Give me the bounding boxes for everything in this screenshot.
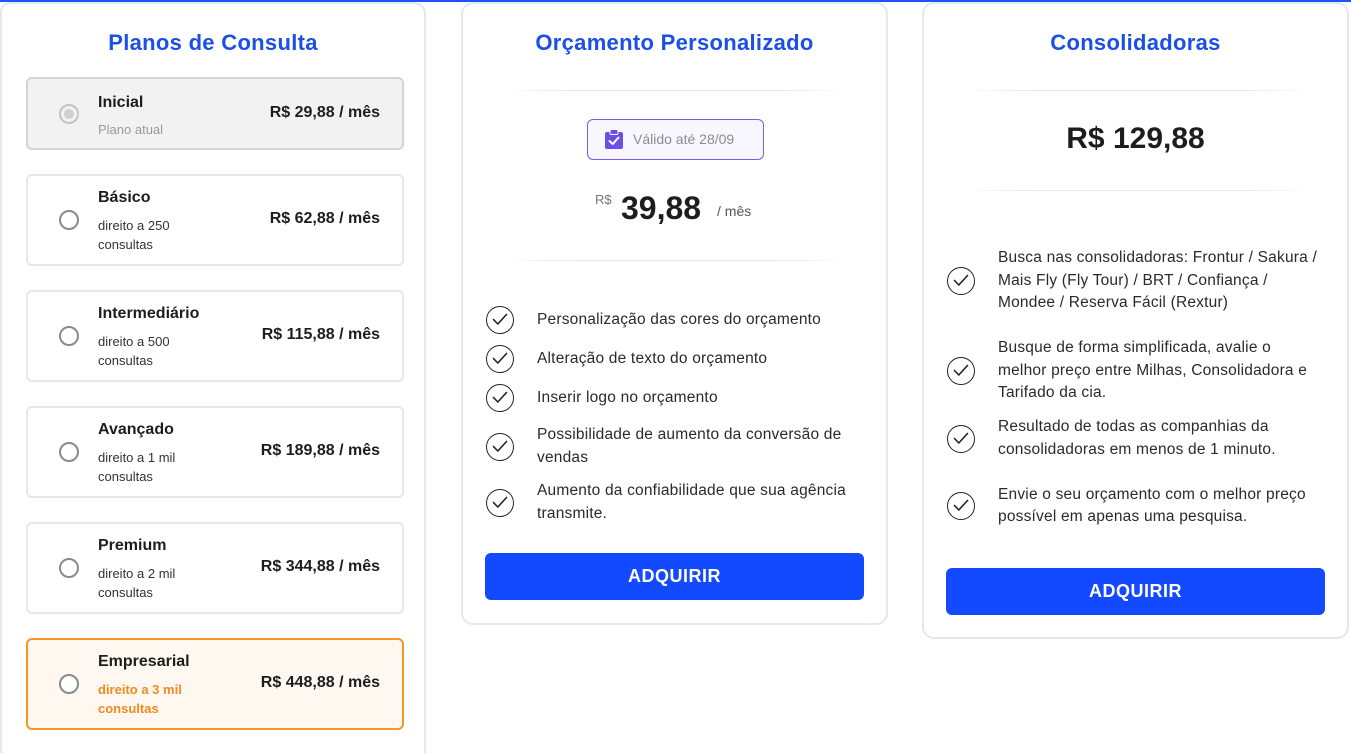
plan-price: R$ 448,88 / mês (260, 674, 380, 691)
divider (964, 90, 1309, 91)
plan-name: Intermediário (98, 305, 200, 322)
price-currency: R$ (595, 192, 612, 207)
plan-name: Básico (98, 189, 151, 206)
price-amount: R$ 129,88 (1066, 122, 1205, 155)
plan-price: R$ 189,88 / mês (260, 442, 380, 459)
feature-text: Busca nas consolidadoras: Frontur / Saku… (998, 249, 1317, 312)
feature-text: Possibilidade de aumento da conversão de… (537, 426, 842, 466)
orcamento-card-title: Orçamento Personalizado (535, 30, 814, 55)
plan-name: Empresarial (98, 653, 190, 670)
plan-subtitle: direito a 1 mil consultas (98, 450, 176, 484)
feature-item: Alteração de texto do orçamento (486, 345, 876, 373)
radio-icon[interactable] (59, 442, 79, 462)
plan-subtitle: direito a 250 consultas (98, 218, 170, 252)
plan-price: R$ 29,88 / mês (269, 103, 380, 121)
feature-item: Personalização das cores do orçamento (486, 306, 876, 334)
divider (964, 190, 1309, 191)
plan-name: Inicial (98, 94, 144, 111)
feature-text: Inserir logo no orçamento (537, 388, 718, 406)
check-circle-icon (486, 488, 514, 517)
feature-text: Alteração de texto do orçamento (537, 349, 768, 367)
price-amount: 39,88 (621, 190, 702, 226)
plans-card-title: Planos de Consulta (108, 30, 318, 55)
check-circle-icon (486, 384, 514, 412)
plan-price: R$ 115,88 / mês (261, 326, 380, 343)
feature-item: Possibilidade de aumento da conversão de… (486, 424, 876, 469)
adquirir-button[interactable]: ADQUIRIR (946, 568, 1325, 615)
feature-text: Aumento da confiabilidade que sua agênci… (537, 482, 846, 522)
plan-option-premium[interactable]: Premium direito a 2 mil consultas R$ 344… (26, 522, 404, 614)
clipboard-check-icon (604, 129, 624, 150)
feature-item: Busque de forma simplificada, avalie o m… (947, 337, 1337, 405)
check-circle-icon (947, 424, 975, 453)
plan-name: Avançado (98, 421, 174, 438)
check-circle-icon (486, 345, 514, 373)
price-period: / mês (717, 203, 752, 219)
consolidadoras-card: Consolidadoras R$ 129,88 Busca nas conso… (922, 2, 1349, 639)
plan-price: R$ 62,88 / mês (269, 210, 380, 227)
radio-icon[interactable] (59, 210, 79, 230)
plan-subtitle: direito a 500 consultas (98, 334, 170, 368)
plan-option-inicial[interactable]: Inicial Plano atual R$ 29,88 / mês (26, 77, 404, 150)
consolidadoras-card-title: Consolidadoras (1050, 30, 1221, 55)
validity-badge: Válido até 28/09 (587, 119, 764, 160)
feature-item: Aumento da confiabilidade que sua agênci… (486, 480, 876, 525)
radio-icon[interactable] (59, 558, 79, 578)
feature-item: Resultado de todas as companhias da cons… (947, 416, 1337, 461)
feature-item: Inserir logo no orçamento (486, 384, 876, 412)
plan-name: Premium (98, 537, 167, 554)
badge-text: Válido até 28/09 (633, 131, 735, 147)
check-circle-icon (947, 357, 975, 385)
orcamento-card: Orçamento Personalizado Válido até 28/09… (461, 2, 888, 625)
feature-text: Resultado de todas as companhias da cons… (998, 418, 1276, 458)
plan-option-intermediario[interactable]: Intermediário direito a 500 consultas R$… (26, 290, 404, 382)
divider (503, 260, 848, 261)
plan-subtitle: Plano atual (98, 122, 164, 137)
check-circle-icon (947, 267, 975, 295)
check-circle-icon (947, 492, 975, 520)
plan-option-basico[interactable]: Básico direito a 250 consultas R$ 62,88 … (26, 174, 404, 266)
plan-subtitle: direito a 2 mil consultas (98, 566, 176, 600)
feature-item: Busca nas consolidadoras: Frontur / Saku… (947, 236, 1337, 326)
feature-text: Busque de forma simplificada, avalie o m… (998, 339, 1308, 402)
radio-icon[interactable] (59, 326, 79, 346)
feature-text: Personalização das cores do orçamento (537, 310, 821, 328)
check-circle-icon (486, 432, 514, 461)
plans-card: Planos de Consulta Inicial Plano atual R… (0, 2, 426, 753)
feature-text: Envie o seu orçamento com o melhor preço… (998, 485, 1306, 526)
adquirir-button[interactable]: ADQUIRIR (485, 553, 864, 600)
plan-option-empresarial[interactable]: Empresarial direito a 3 mil consultas R$… (26, 638, 404, 730)
check-circle-icon (486, 306, 514, 334)
divider (503, 90, 848, 91)
radio-icon[interactable] (59, 674, 79, 694)
feature-item: Envie o seu orçamento com o melhor preço… (947, 472, 1337, 540)
plan-option-avancado[interactable]: Avançado direito a 1 mil consultas R$ 18… (26, 406, 404, 498)
plan-price: R$ 344,88 / mês (260, 558, 380, 575)
radio-selected-icon[interactable] (59, 103, 79, 124)
plan-subtitle: direito a 3 mil consultas (98, 682, 182, 716)
